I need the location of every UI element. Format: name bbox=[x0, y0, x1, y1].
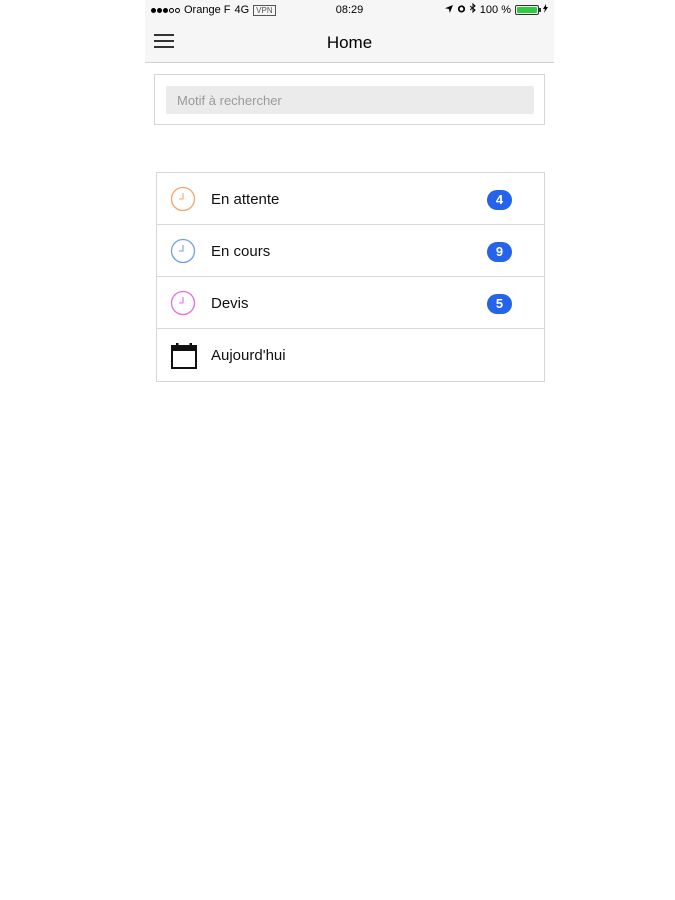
count-badge: 5 bbox=[487, 294, 512, 314]
status-right: 100 % bbox=[444, 2, 548, 16]
bluetooth-icon bbox=[469, 2, 476, 16]
search-card bbox=[154, 74, 545, 125]
clock-icon bbox=[170, 238, 196, 264]
list-item-en-attente[interactable]: En attente 4 bbox=[157, 173, 544, 225]
list-item-label: Devis bbox=[211, 295, 249, 312]
search-input[interactable] bbox=[166, 86, 534, 114]
status-list: En attente 4 En cours 9 Devis 5 Aujourd'… bbox=[156, 172, 545, 382]
battery-icon bbox=[515, 4, 541, 15]
list-item-devis[interactable]: Devis 5 bbox=[157, 277, 544, 329]
status-bar: Orange F 4G VPN 08:29 100 % bbox=[145, 0, 554, 22]
clock-icon bbox=[170, 186, 196, 212]
battery-percent: 100 % bbox=[479, 3, 511, 16]
clock-icon bbox=[170, 290, 196, 316]
list-item-label: En attente bbox=[211, 191, 280, 208]
calendar-icon bbox=[170, 342, 197, 369]
count-badge: 4 bbox=[487, 190, 512, 210]
alarm-clock-icon bbox=[457, 4, 466, 16]
page-title: Home bbox=[326, 33, 373, 52]
count-badge: 9 bbox=[487, 242, 512, 262]
list-item-label: Aujourd'hui bbox=[211, 347, 286, 364]
navigation-bar: Home bbox=[145, 22, 554, 63]
list-item-aujourdhui[interactable]: Aujourd'hui bbox=[157, 329, 544, 381]
list-item-en-cours[interactable]: En cours 9 bbox=[157, 225, 544, 277]
location-arrow-icon bbox=[444, 4, 453, 16]
charging-bolt-icon bbox=[543, 3, 548, 16]
phone-screen: Orange F 4G VPN 08:29 100 % Home Motif à… bbox=[145, 0, 554, 900]
list-item-label: En cours bbox=[211, 243, 271, 260]
